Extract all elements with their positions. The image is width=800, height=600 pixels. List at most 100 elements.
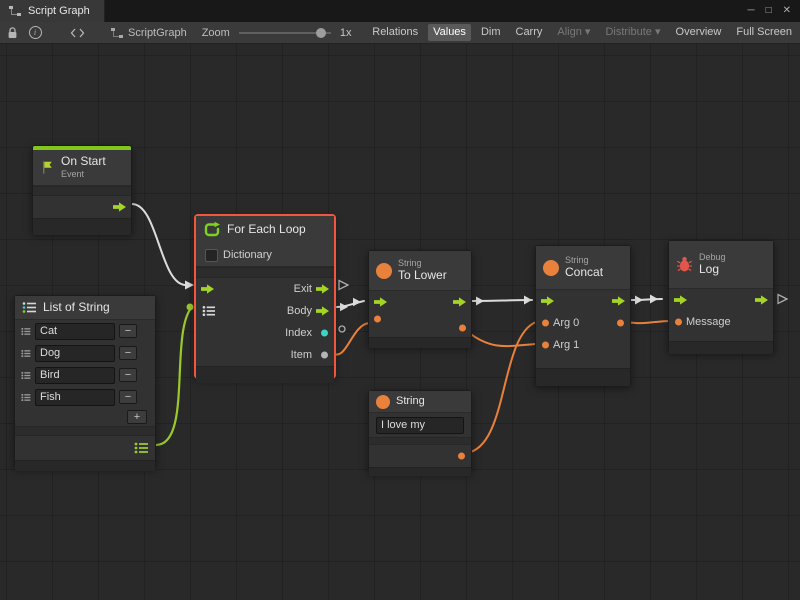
node-log[interactable]: Debug Log Message — [668, 240, 774, 352]
dim-button[interactable]: Dim — [476, 24, 506, 41]
value-out-port[interactable] — [458, 453, 465, 460]
remove-item-button[interactable]: − — [119, 368, 137, 382]
breadcrumb[interactable]: ScriptGraph — [110, 27, 187, 39]
flow-in-port[interactable] — [541, 296, 554, 307]
node-string-literal[interactable]: String — [368, 390, 472, 472]
flow-out-port[interactable] — [113, 202, 126, 213]
item-out-port[interactable] — [321, 352, 328, 359]
close-icon[interactable]: ✕ — [783, 6, 791, 16]
node-header: String Concat — [536, 246, 630, 290]
collection-in-port[interactable] — [202, 305, 216, 317]
chevron-down-icon: ▾ — [655, 26, 661, 38]
code-brackets-icon[interactable] — [68, 25, 86, 41]
tab-label: Script Graph — [28, 5, 90, 17]
string-type-icon — [543, 260, 559, 276]
message-in-port[interactable] — [675, 319, 682, 326]
exit-port-marker[interactable] — [339, 281, 348, 290]
node-to-lower[interactable]: String To Lower — [368, 250, 472, 346]
list-item-input[interactable] — [35, 367, 115, 384]
remove-item-button[interactable]: − — [119, 390, 137, 404]
minimize-icon[interactable]: ─ — [747, 6, 754, 16]
flow-row — [369, 291, 471, 313]
value-out-port[interactable] — [459, 325, 466, 332]
dictionary-option-row: Dictionary — [196, 244, 334, 267]
node-footer — [33, 218, 131, 235]
exit-flow-out-port[interactable] — [316, 284, 329, 295]
node-band — [369, 437, 471, 445]
item-port-label: Item — [291, 349, 312, 361]
wire-literal-to-arg0[interactable] — [466, 322, 536, 453]
list-item-row: − — [15, 320, 155, 342]
graph-canvas[interactable]: On Start Event List of String — [0, 44, 800, 600]
wire-onstart-to-foreach[interactable] — [132, 204, 186, 285]
graph-toolbar: i ScriptGraph Zoom 1x Relations Values D… — [0, 22, 800, 44]
flow-row — [536, 290, 630, 312]
wire-end-dot — [187, 304, 194, 311]
maximize-icon[interactable]: □ — [766, 6, 772, 16]
wire-tolower-to-arg1[interactable] — [468, 332, 536, 346]
node-concat[interactable]: String Concat Arg 0 Arg 1 — [535, 245, 631, 385]
log-exit-port-marker[interactable] — [778, 295, 787, 304]
wire-item-to-tolower[interactable] — [331, 323, 369, 355]
values-button[interactable]: Values — [428, 24, 471, 41]
remove-item-button[interactable]: − — [119, 346, 137, 360]
distribute-dropdown[interactable]: Distribute ▾ — [600, 24, 665, 41]
carry-button[interactable]: Carry — [511, 24, 548, 41]
info-icon[interactable]: i — [26, 25, 44, 41]
tab-script-graph[interactable]: Script Graph — [0, 0, 105, 22]
list-item-input[interactable] — [35, 389, 115, 406]
flow-in-port[interactable] — [674, 295, 687, 306]
arg0-label: Arg 0 — [553, 317, 579, 329]
node-band — [15, 426, 155, 436]
zoom-label: Zoom — [202, 27, 230, 39]
list-item-input[interactable] — [35, 323, 115, 340]
port-row-body: Body — [196, 300, 334, 322]
node-band — [196, 267, 334, 278]
flow-out-port[interactable] — [453, 297, 466, 308]
value-out-row — [369, 445, 471, 467]
title-bar: Script Graph ─ □ ✕ — [0, 0, 800, 22]
flow-out-port[interactable] — [755, 295, 768, 306]
literal-value-row — [369, 413, 471, 437]
script-graph-icon — [110, 27, 124, 39]
wire-concat-to-message[interactable] — [626, 321, 670, 323]
wire-arrowhead — [635, 296, 643, 305]
lock-icon[interactable] — [3, 25, 21, 41]
value-out-port[interactable] — [617, 320, 624, 327]
list-out-port[interactable] — [134, 442, 149, 455]
node-for-each-loop[interactable]: For Each Loop Dictionary Exit Body Index — [195, 215, 335, 378]
list-item-input[interactable] — [35, 345, 115, 362]
flow-in-port[interactable] — [374, 297, 387, 308]
arg1-label: Arg 1 — [553, 339, 579, 351]
node-title: To Lower — [398, 269, 447, 283]
node-header: String To Lower — [369, 251, 471, 291]
align-label: Align — [557, 26, 581, 38]
zoom-slider[interactable] — [239, 32, 331, 34]
index-port-marker[interactable] — [339, 326, 345, 332]
flag-icon — [40, 160, 55, 175]
value-in-port[interactable] — [374, 316, 381, 323]
flow-out-port[interactable] — [612, 296, 625, 307]
index-out-port[interactable] — [321, 330, 328, 337]
node-footer — [369, 467, 471, 476]
string-type-icon — [376, 263, 392, 279]
node-header: List of String — [15, 296, 155, 320]
dictionary-checkbox[interactable] — [205, 249, 218, 262]
relations-button[interactable]: Relations — [367, 24, 423, 41]
body-flow-out-port[interactable] — [316, 306, 329, 317]
arg0-in-port[interactable] — [542, 320, 549, 327]
string-literal-input[interactable] — [376, 417, 464, 434]
full-screen-button[interactable]: Full Screen — [731, 24, 797, 41]
node-list-of-string[interactable]: List of String − − — [14, 295, 156, 467]
node-on-start[interactable]: On Start Event — [32, 145, 132, 233]
align-dropdown[interactable]: Align ▾ — [552, 24, 595, 41]
node-header: On Start Event — [33, 150, 131, 186]
wire-list-to-foreach[interactable] — [156, 308, 191, 445]
zoom-slider-thumb[interactable] — [316, 28, 326, 38]
add-item-button[interactable]: + — [127, 410, 147, 424]
arg1-in-port[interactable] — [542, 342, 549, 349]
overview-button[interactable]: Overview — [671, 24, 727, 41]
graph-icon — [8, 5, 22, 17]
remove-item-button[interactable]: − — [119, 324, 137, 338]
flow-in-port[interactable] — [201, 284, 214, 295]
